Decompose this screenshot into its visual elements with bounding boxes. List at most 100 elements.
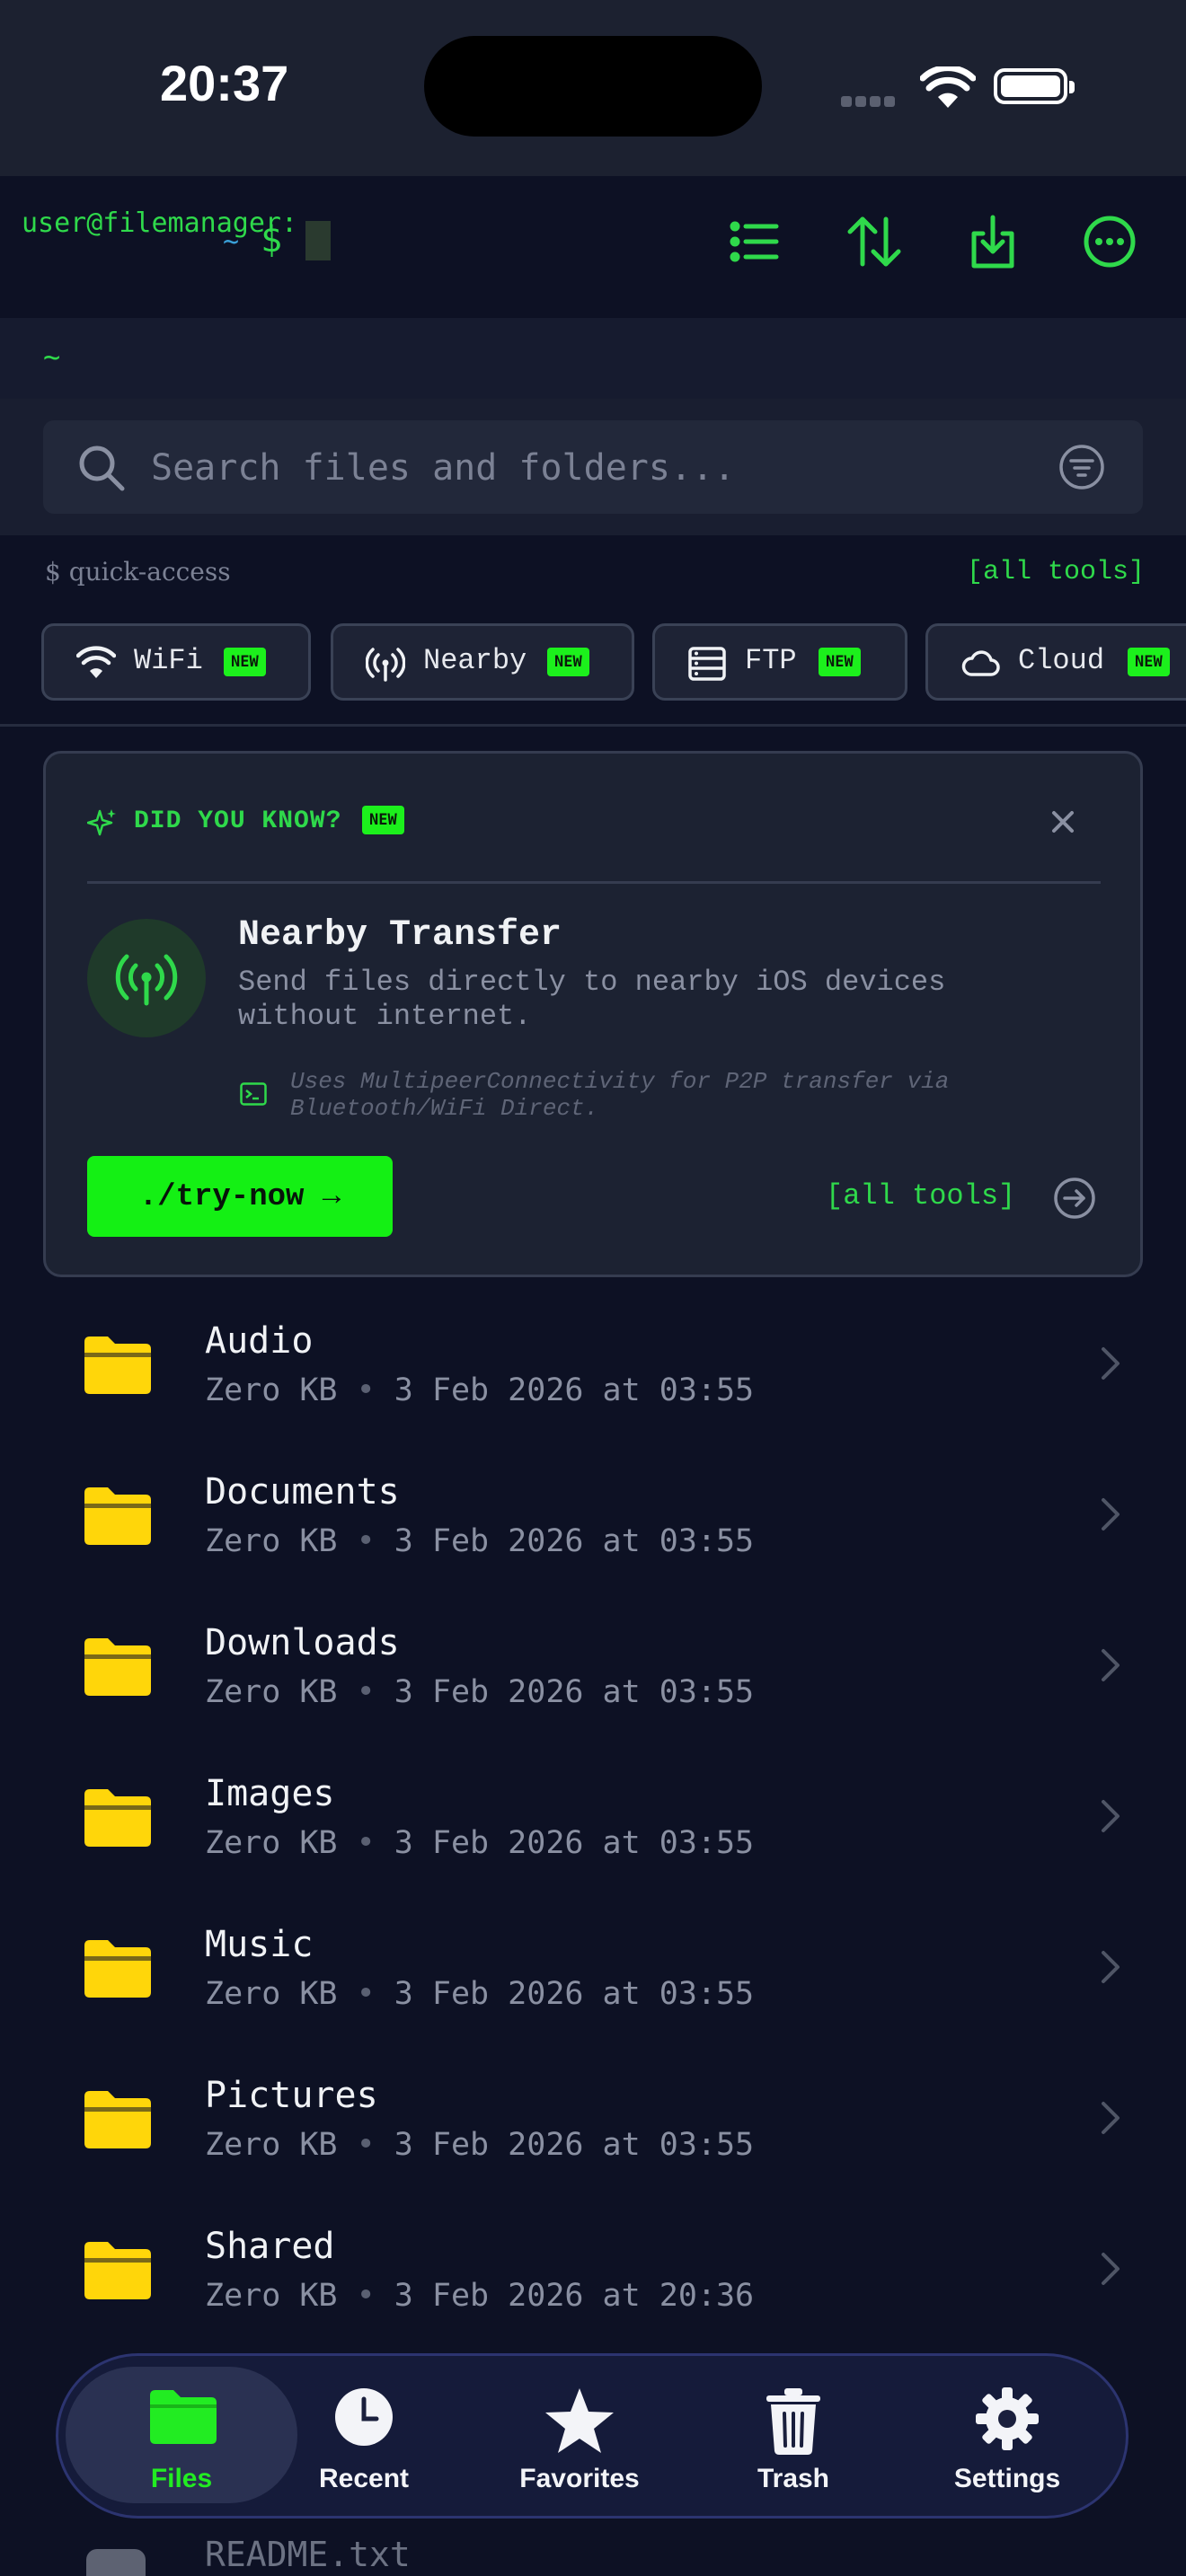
card-all-tools-link[interactable]: [all tools] xyxy=(826,1179,1015,1213)
feature-icon-badge xyxy=(87,919,206,1037)
document-icon xyxy=(86,2549,146,2576)
section-divider xyxy=(0,724,1186,727)
search-section xyxy=(0,399,1186,535)
chip-wifi[interactable]: WiFi NEW xyxy=(41,623,311,701)
search-icon xyxy=(79,446,125,491)
chip-cloud[interactable]: Cloud NEW xyxy=(925,623,1186,701)
new-badge: NEW xyxy=(224,648,266,676)
more-button[interactable] xyxy=(1080,212,1139,271)
file-name: Music xyxy=(205,1924,314,1965)
folder-icon xyxy=(84,1638,151,1696)
file-row[interactable]: Documents Zero KB • 3 Feb 2026 at 03:55 xyxy=(0,1451,1186,1602)
new-badge: NEW xyxy=(547,648,589,676)
tab-trash[interactable]: Trash xyxy=(712,2356,874,2516)
new-badge: NEW xyxy=(819,648,861,676)
filter-icon[interactable] xyxy=(1058,444,1105,490)
file-row[interactable]: Images Zero KB • 3 Feb 2026 at 03:55 xyxy=(0,1753,1186,1904)
file-row[interactable]: Audio Zero KB • 3 Feb 2026 at 03:55 xyxy=(0,1301,1186,1451)
search-bar[interactable] xyxy=(43,420,1143,514)
folder-icon xyxy=(150,2390,217,2444)
file-name: Pictures xyxy=(205,2075,378,2116)
more-icon xyxy=(1084,216,1136,268)
tab-favorites[interactable]: Favorites xyxy=(499,2356,660,2516)
file-meta: Zero KB • 3 Feb 2026 at 03:55 xyxy=(205,1372,754,1408)
file-size: Zero KB xyxy=(205,1976,338,2012)
meta-separator: • xyxy=(356,1674,376,1710)
terminal-prompt-tilde: ~ xyxy=(223,226,240,258)
folder-icon xyxy=(84,2242,151,2299)
tab-label: Files xyxy=(150,2464,213,2493)
star-icon xyxy=(545,2388,614,2453)
chip-label: WiFi xyxy=(134,644,203,677)
cellular-signal-icon xyxy=(841,93,898,110)
chip-label: Cloud xyxy=(1018,644,1105,677)
card-heading: DID YOU KNOW? xyxy=(134,807,342,835)
download-icon xyxy=(971,215,1014,269)
quick-access-title: $ quick-access xyxy=(45,557,231,587)
did-you-know-card: DID YOU KNOW? NEW Nearby Transfer Send f… xyxy=(43,751,1143,1277)
sort-button[interactable] xyxy=(845,212,904,271)
sort-icon xyxy=(847,216,901,267)
terminal-cursor xyxy=(305,221,331,260)
file-name: Downloads xyxy=(205,1622,400,1663)
arrow-right-circle-icon[interactable] xyxy=(1052,1176,1097,1221)
chip-ftp[interactable]: FTP NEW xyxy=(652,623,907,701)
file-size: Zero KB xyxy=(205,1372,338,1408)
sparkle-icon xyxy=(87,809,116,836)
chevron-right-icon xyxy=(1102,1951,1120,1983)
tab-settings[interactable]: Settings xyxy=(917,2356,1097,2516)
file-meta: Zero KB • 3 Feb 2026 at 03:55 xyxy=(205,1976,754,2012)
quick-access-all-tools-link[interactable]: [all tools] xyxy=(967,557,1145,587)
meta-separator: • xyxy=(356,1523,376,1559)
wifi-icon xyxy=(76,646,116,678)
file-name: Audio xyxy=(205,1320,314,1362)
file-meta: Zero KB • 3 Feb 2026 at 03:55 xyxy=(205,1523,754,1559)
meta-separator: • xyxy=(356,1825,376,1861)
file-date: 3 Feb 2026 at 03:55 xyxy=(394,1976,755,2012)
meta-separator: • xyxy=(356,2127,376,2163)
file-date: 3 Feb 2026 at 20:36 xyxy=(394,2278,755,2314)
chip-label: Nearby xyxy=(423,644,527,677)
terminal-icon xyxy=(240,1082,267,1106)
chevron-right-icon xyxy=(1102,1800,1120,1832)
file-size: Zero KB xyxy=(205,1674,338,1710)
wifi-status-icon xyxy=(920,66,976,108)
chevron-right-icon xyxy=(1102,2253,1120,2285)
try-now-button[interactable]: ./try-now → xyxy=(87,1156,393,1237)
broadcast-icon xyxy=(115,954,178,1006)
meta-separator: • xyxy=(356,2278,376,2314)
file-row[interactable]: Shared Zero KB • 3 Feb 2026 at 20:36 xyxy=(0,2206,1186,2357)
folder-icon xyxy=(84,2091,151,2148)
chip-label: FTP xyxy=(745,644,797,677)
card-description: Send files directly to nearby iOS device… xyxy=(238,966,946,1033)
gear-icon xyxy=(976,2387,1039,2450)
file-row[interactable]: Downloads Zero KB • 3 Feb 2026 at 03:55 xyxy=(0,1602,1186,1753)
tab-label: Trash xyxy=(757,2464,830,2493)
file-name: Documents xyxy=(205,1471,400,1513)
tab-files[interactable]: Files xyxy=(58,2356,305,2516)
tab-bar: Files Recent Favorites Trash Settings xyxy=(56,2353,1128,2519)
dynamic-island xyxy=(424,36,762,137)
search-input[interactable] xyxy=(149,440,1033,496)
tab-label: Settings xyxy=(953,2464,1061,2493)
chip-nearby[interactable]: Nearby NEW xyxy=(331,623,634,701)
meta-separator: • xyxy=(356,1372,376,1408)
terminal-prompt-user: user@filemanager: xyxy=(22,207,298,239)
status-bar: 20:37 user@filemanager: ~ $ xyxy=(0,0,1186,269)
file-date: 3 Feb 2026 at 03:55 xyxy=(394,1825,755,1861)
folder-icon xyxy=(84,1940,151,1998)
file-row[interactable]: Pictures Zero KB • 3 Feb 2026 at 03:55 xyxy=(0,2055,1186,2206)
card-technical-note: Uses MultipeerConnectivity for P2P trans… xyxy=(290,1068,950,1122)
path-bar[interactable]: ~ xyxy=(0,318,1186,399)
file-size: Zero KB xyxy=(205,1523,338,1559)
battery-icon xyxy=(994,68,1075,104)
file-row[interactable]: Music Zero KB • 3 Feb 2026 at 03:55 xyxy=(0,1904,1186,2055)
terminal-prompt-dollar: $ xyxy=(261,219,283,260)
new-badge: NEW xyxy=(362,806,404,834)
trash-icon xyxy=(766,2388,820,2455)
tab-recent[interactable]: Recent xyxy=(283,2356,445,2516)
close-icon[interactable] xyxy=(1047,806,1079,838)
card-title: Nearby Transfer xyxy=(238,915,562,956)
list-view-button[interactable] xyxy=(724,212,783,271)
download-button[interactable] xyxy=(963,212,1022,271)
